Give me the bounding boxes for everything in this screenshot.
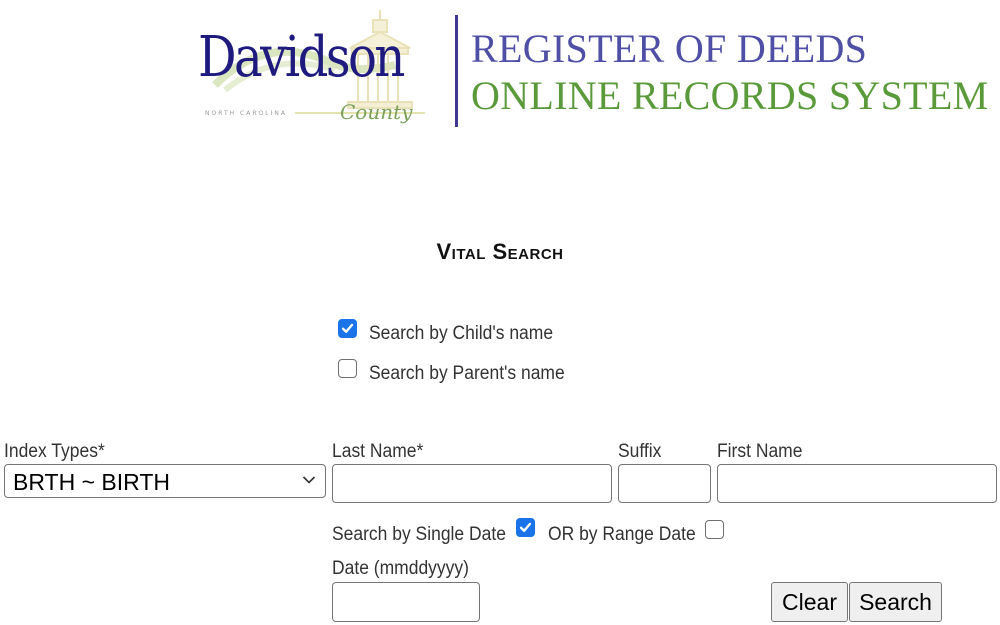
last-name-input[interactable] [332,464,612,503]
suffix-input[interactable] [618,464,711,503]
child-name-checkbox[interactable] [338,319,357,338]
chevron-down-icon [302,476,316,484]
single-date-label: Search by Single Date [332,524,506,545]
index-types-label: Index Types* [4,441,105,462]
last-name-label: Last Name* [332,441,424,462]
child-name-label: Search by Child's name [369,323,554,344]
first-name-label: First Name [717,441,803,462]
logo-wordmark: Davidson [198,25,405,90]
header-title-online-records: ONLINE RECORDS SYSTEM [471,73,989,118]
logo-state-text: NORTH CAROLINA [205,110,287,117]
header-title-register: REGISTER OF DEEDS [471,26,868,71]
parent-name-checkbox[interactable] [338,359,357,378]
checkmark-icon [519,522,532,532]
clear-button[interactable]: Clear [771,582,848,622]
suffix-label: Suffix [618,441,662,462]
range-date-label: OR by Range Date [548,524,696,545]
search-button[interactable]: Search [849,582,942,622]
date-label: Date (mmddyyyy) [332,558,469,579]
range-date-checkbox[interactable] [705,520,724,539]
index-types-select[interactable]: BRTH ~ BIRTH [4,464,326,498]
first-name-input[interactable] [717,464,997,503]
checkmark-icon [341,323,354,333]
date-input[interactable] [332,582,480,622]
parent-name-label: Search by Parent's name [369,363,565,384]
page-title: Vital Search [436,239,564,264]
county-logo: Davidson NORTH CAROLINA County [195,0,435,135]
single-date-checkbox[interactable] [516,518,535,537]
header-divider [455,15,458,127]
index-types-selected-value: BRTH ~ BIRTH [13,469,170,495]
logo-county-text: County [340,100,413,124]
